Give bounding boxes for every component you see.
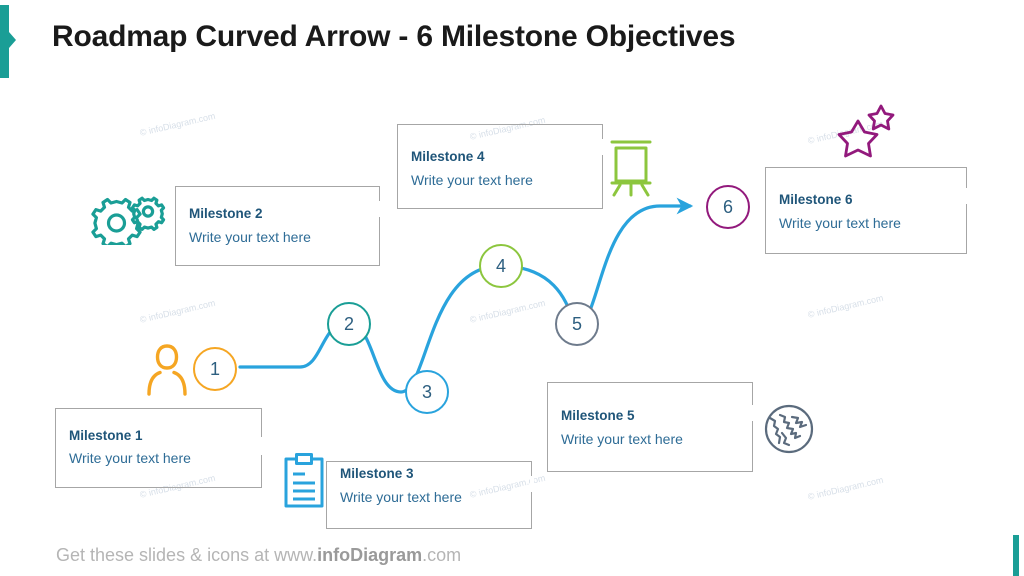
clipboard-icon [284,453,324,508]
gears-icon [91,196,166,245]
milestone-number-label: 4 [495,255,506,276]
watermark: © infoDiagram.com [806,474,885,502]
milestone-subtitle-3: Write your text here [340,489,462,505]
slide-canvas: Roadmap Curved Arrow - 6 Milestone Objec… [0,0,1024,576]
footer-brand: infoDiagram [317,545,423,565]
footer-accent-bar [1013,535,1019,576]
milestone-subtitle-5: Write your text here [561,431,683,447]
milestone-number-5[interactable]: 5 [555,302,599,346]
person-icon [147,344,187,396]
border-gap [600,139,605,155]
milestone-title-6: Milestone 6 [779,192,853,207]
footer-prefix: Get these slides & icons at www. [56,545,318,565]
watermark: © infoDiagram.com [138,110,217,138]
watermark: © infoDiagram.com [806,118,885,146]
milestone-box-1[interactable] [55,408,264,488]
milestone-title-3: Milestone 3 [340,466,414,481]
milestone-number-label: 5 [571,313,582,334]
milestone-subtitle-1: Write your text here [69,450,191,466]
title-accent-bar [0,5,9,78]
milestone-number-label: 2 [343,313,354,334]
milestone-number-label: 6 [722,196,733,217]
milestone-title-4: Milestone 4 [411,149,485,164]
milestone-number-2[interactable]: 2 [327,302,371,346]
footer-suffix: .com [422,545,462,565]
stars-icon [837,104,895,158]
milestone-number-1[interactable]: 1 [193,347,237,391]
milestone-number-4[interactable]: 4 [479,244,523,288]
border-gap [529,476,534,492]
milestone-subtitle-4: Write your text here [411,172,533,188]
globe-icon [764,404,814,454]
border-gap [377,201,382,217]
border-gap [750,405,755,421]
milestone-number-3[interactable]: 3 [405,370,449,414]
milestone-subtitle-6: Write your text here [779,215,901,231]
page-title: Roadmap Curved Arrow - 6 Milestone Objec… [52,20,736,53]
watermark: © infoDiagram.com [138,297,217,325]
milestone-number-label: 3 [421,381,432,402]
milestone-box-6[interactable] [765,167,969,254]
milestone-title-1: Milestone 1 [69,428,143,443]
milestone-subtitle-2: Write your text here [189,229,311,245]
footer: Get these slides & icons at www.infoDiag… [56,545,461,566]
title-accent-arrow-icon [9,32,16,48]
milestone-number-label: 1 [209,358,220,379]
easel-icon [610,140,652,197]
watermark: © infoDiagram.com [806,292,885,320]
border-gap [964,188,969,204]
milestone-title-5: Milestone 5 [561,408,635,423]
milestone-box-2[interactable] [175,186,382,266]
milestone-box-4[interactable] [397,124,605,209]
watermark: © infoDiagram.com [468,297,547,325]
milestone-title-2: Milestone 2 [189,206,263,221]
milestone-box-5[interactable] [547,382,755,472]
milestone-number-6[interactable]: 6 [706,185,750,229]
border-gap [259,437,264,455]
